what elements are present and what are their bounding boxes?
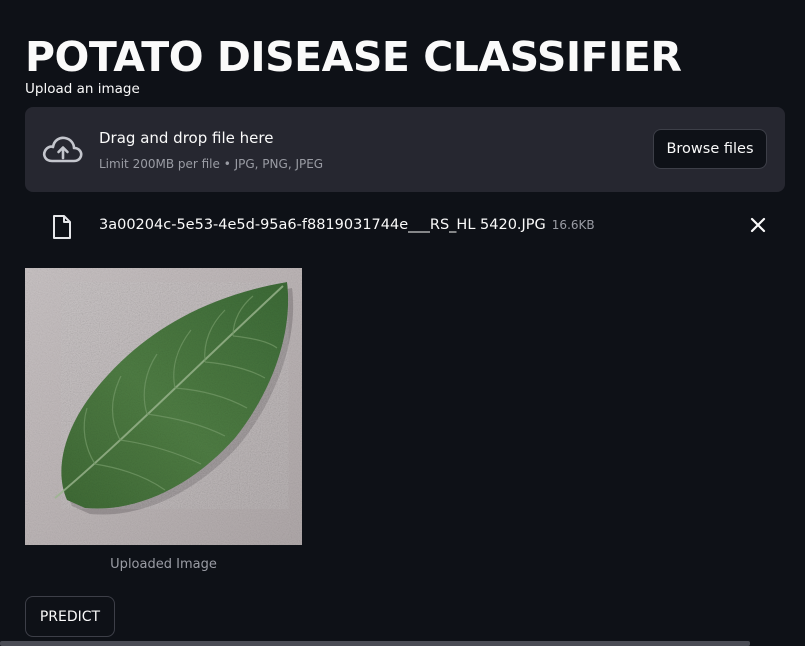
file-dropzone[interactable]: Drag and drop file here Limit 200MB per … [25, 107, 785, 192]
uploaded-leaf-image [25, 268, 302, 545]
image-caption: Uploaded Image [110, 557, 217, 572]
file-icon [53, 215, 71, 239]
potato-leaf-picture [25, 268, 302, 545]
uploaded-file-row: 3a00204c-5e53-4e5d-95a6-f8819031744e___R… [25, 206, 785, 244]
predict-button[interactable]: PREDICT [25, 596, 115, 637]
dropzone-limit-text: Limit 200MB per file • JPG, PNG, JPEG [99, 157, 324, 171]
uploaded-file-name: 3a00204c-5e53-4e5d-95a6-f8819031744e___R… [99, 217, 595, 233]
page-title: POTATO DISEASE CLASSIFIER [25, 33, 682, 82]
upload-label: Upload an image [25, 81, 140, 97]
browse-files-button[interactable]: Browse files [653, 129, 767, 169]
cloud-upload-icon [42, 136, 83, 163]
file-size: 16.6KB [551, 218, 595, 232]
close-icon[interactable] [747, 214, 769, 236]
dropzone-instruction: Drag and drop file here [99, 129, 274, 147]
file-name-text: 3a00204c-5e53-4e5d-95a6-f8819031744e___R… [99, 217, 546, 233]
horizontal-scrollbar[interactable] [0, 641, 750, 646]
